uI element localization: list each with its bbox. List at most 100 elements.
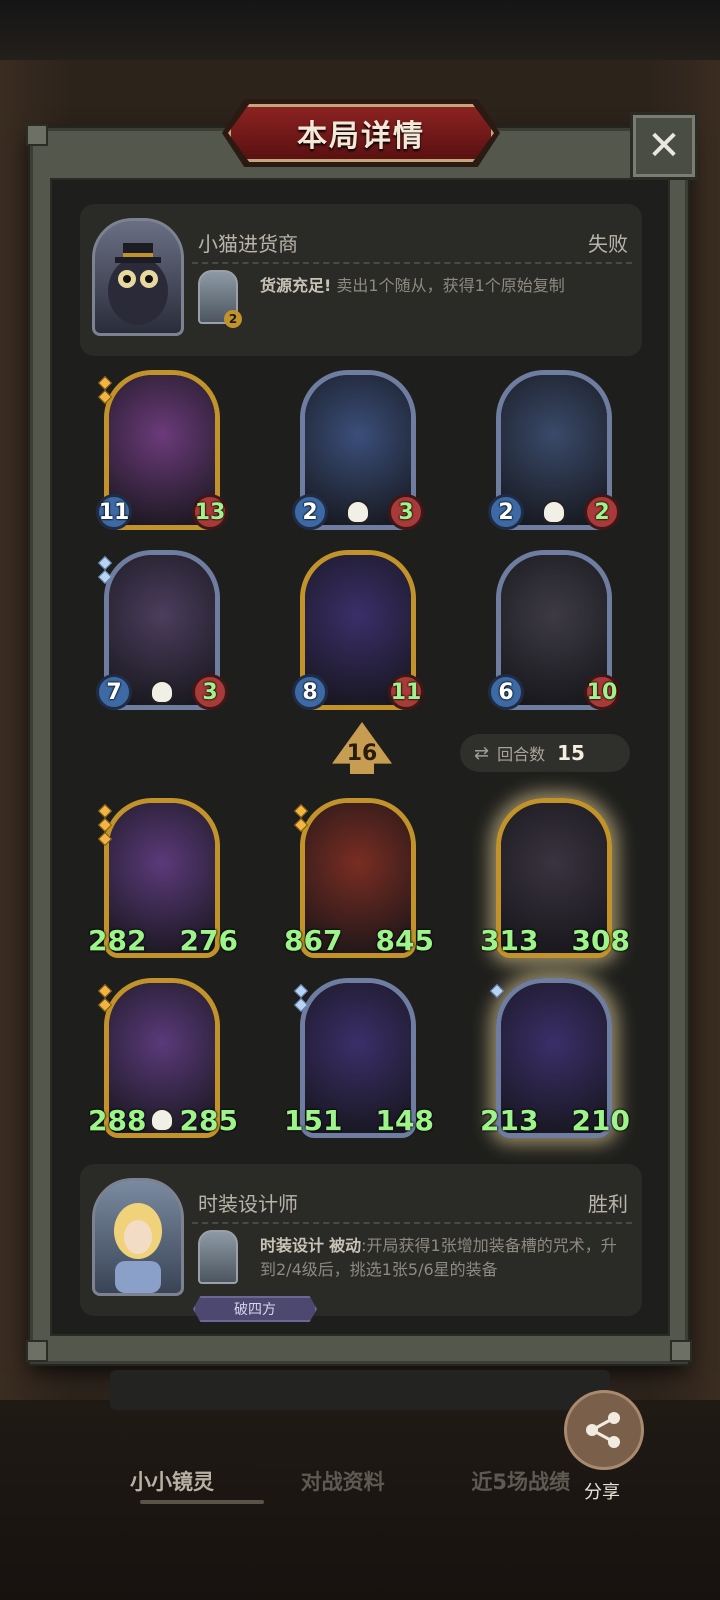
unit-card[interactable]: 867 845 xyxy=(284,798,434,958)
attack-value: 282 xyxy=(88,923,147,957)
divider xyxy=(192,262,632,264)
unit-card[interactable]: 151 148 xyxy=(284,978,434,1138)
attack-value: 7 xyxy=(96,674,132,710)
card-strip xyxy=(110,1370,610,1410)
swap-icon: ⇄ xyxy=(474,742,490,764)
skull-icon xyxy=(150,1108,174,1132)
health-value: 210 xyxy=(571,1103,630,1137)
opponent-card: 小猫进货商 失败 2 货源充足! 卖出1个随从，获得1个原始复制 xyxy=(80,204,642,356)
share-label: 分享 xyxy=(584,1482,620,1503)
star-rating xyxy=(293,983,309,1014)
bottom-tabs: 小小镜灵 对战资料 近5场战绩 xyxy=(130,1466,570,1496)
health-value: 845 xyxy=(375,923,434,957)
unit-card[interactable]: 11 13 xyxy=(96,370,228,530)
health-value: 276 xyxy=(179,923,238,957)
star-rating xyxy=(97,803,113,848)
attack-value: 313 xyxy=(480,923,539,957)
unit-card[interactable]: 288 285 xyxy=(88,978,238,1138)
star-icon xyxy=(489,983,505,999)
unit-card[interactable]: 8 11 xyxy=(292,550,424,710)
attack-value: 213 xyxy=(480,1103,539,1137)
health-value: 148 xyxy=(375,1103,434,1137)
tab-battle-info[interactable]: 对战资料 xyxy=(301,1466,385,1496)
star-icon xyxy=(97,555,113,571)
attack-value: 151 xyxy=(284,1103,343,1137)
star-icon xyxy=(97,569,113,585)
rounds-value: 15 xyxy=(557,741,585,765)
close-button[interactable]: ✕ xyxy=(630,112,698,180)
star-rating xyxy=(293,803,309,834)
health-value: 285 xyxy=(179,1103,238,1137)
unit-card[interactable]: 213 210 xyxy=(480,978,630,1138)
unit-card[interactable]: 6 10 xyxy=(488,550,620,710)
opponent-avatar[interactable] xyxy=(92,218,184,336)
designer-portrait-icon xyxy=(114,1203,162,1293)
opponent-result: 失败 xyxy=(588,232,628,256)
attack-value: 288 xyxy=(88,1103,147,1137)
unit-card[interactable]: 23 xyxy=(292,370,424,530)
star-rating xyxy=(489,983,505,1000)
star-icon xyxy=(97,997,113,1013)
player-skill-text: 时装设计 被动:开局获得1张增加装备槽的咒术，升到2/4级后，挑选1张5/6星的… xyxy=(260,1234,630,1282)
player-title-tag: 破四方 xyxy=(193,1296,317,1322)
owl-icon xyxy=(108,243,168,325)
star-rating xyxy=(97,983,113,1014)
skill-type: 被动 xyxy=(329,1236,362,1255)
star-rating xyxy=(97,375,113,406)
player-name: 时装设计师 xyxy=(198,1192,298,1216)
health-value: 3 xyxy=(192,674,228,710)
star-icon xyxy=(293,817,309,833)
hero-skill-icon[interactable]: 2 xyxy=(198,270,242,328)
skull-icon xyxy=(346,500,370,524)
divider xyxy=(192,1222,632,1224)
health-value: 13 xyxy=(192,494,228,530)
rounds-counter: ⇄ 回合数 15 xyxy=(460,734,630,772)
panel-corner xyxy=(26,1340,48,1362)
star-icon xyxy=(97,389,113,405)
attack-value: 2 xyxy=(488,494,524,530)
title-banner: 本局详情 xyxy=(228,104,494,162)
attack-value: 2 xyxy=(292,494,328,530)
unit-card[interactable]: 313 308 xyxy=(480,798,630,958)
skill-description: 卖出1个随从，获得1个原始复制 xyxy=(336,276,565,295)
star-icon xyxy=(97,803,113,819)
attack-value: 11 xyxy=(96,494,132,530)
attack-value: 6 xyxy=(488,674,524,710)
tab-recent-matches[interactable]: 近5场战绩 xyxy=(471,1466,570,1496)
panel-corner xyxy=(670,1340,692,1362)
skill-name: 时装设计 xyxy=(260,1236,325,1255)
close-icon: ✕ xyxy=(647,123,681,169)
health-value: 3 xyxy=(388,494,424,530)
page-title: 本局详情 xyxy=(297,119,425,154)
share-button[interactable] xyxy=(564,1390,644,1470)
unit-card[interactable]: 22 xyxy=(488,370,620,530)
health-value: 308 xyxy=(571,923,630,957)
skull-icon xyxy=(542,500,566,524)
star-icon xyxy=(97,831,113,847)
share-icon xyxy=(586,1412,620,1448)
star-icon xyxy=(293,803,309,819)
star-rating xyxy=(97,555,113,586)
star-icon xyxy=(97,817,113,833)
tab-mirror-spirit[interactable]: 小小镜灵 xyxy=(130,1466,214,1496)
star-icon xyxy=(97,375,113,391)
star-icon xyxy=(97,983,113,999)
health-value: 11 xyxy=(388,674,424,710)
hero-skill-icon[interactable] xyxy=(198,1230,238,1284)
skill-name: 货源充足! xyxy=(260,276,332,295)
star-icon xyxy=(293,983,309,999)
unit-card[interactable]: 73 xyxy=(96,550,228,710)
health-value: 2 xyxy=(584,494,620,530)
player-avatar[interactable] xyxy=(92,1178,184,1296)
health-value: 10 xyxy=(584,674,620,710)
skull-icon xyxy=(150,680,174,704)
unit-card[interactable]: 282 276 xyxy=(88,798,238,958)
star-icon xyxy=(293,997,309,1013)
attack-value: 8 xyxy=(292,674,328,710)
opponent-skill-text: 货源充足! 卖出1个随从，获得1个原始复制 xyxy=(260,274,630,298)
panel-corner xyxy=(26,124,48,146)
rounds-label: 回合数 xyxy=(497,745,546,764)
skill-level-badge: 2 xyxy=(224,310,242,328)
level-value: 16 xyxy=(346,740,378,766)
active-tab-indicator xyxy=(140,1500,264,1504)
